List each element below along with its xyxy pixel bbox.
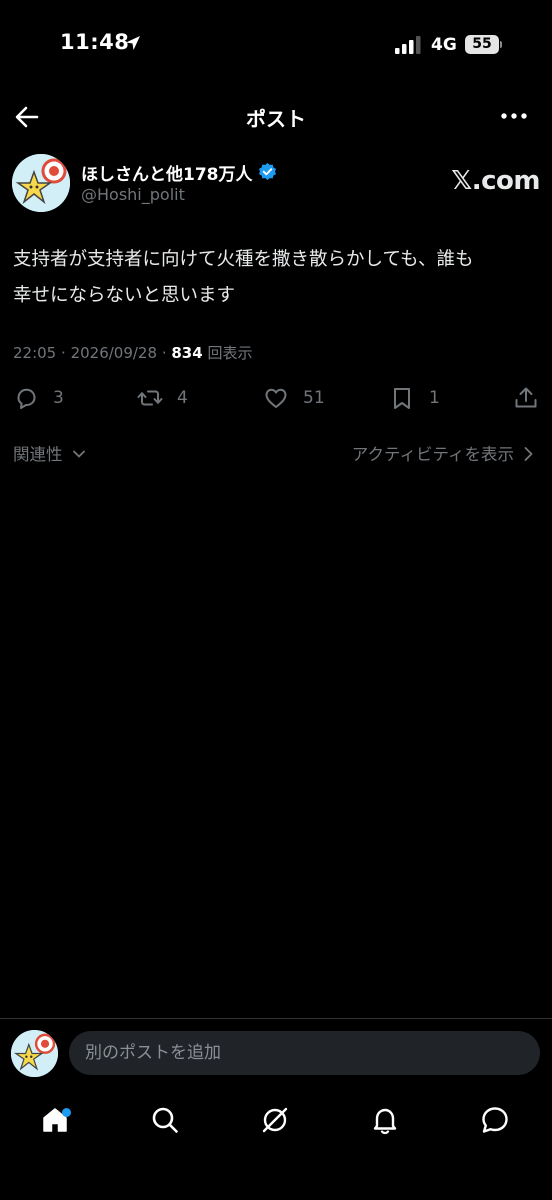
bottom-tab-bar [0, 1090, 552, 1150]
reply-input[interactable] [69, 1031, 540, 1075]
post-date: 2026/09/28 [70, 344, 158, 362]
battery-level: 55 [465, 35, 499, 54]
nav-header: ポスト [0, 90, 552, 142]
status-time: 11:48 [60, 30, 130, 54]
like-count: 51 [303, 388, 325, 408]
tab-grok[interactable] [255, 1100, 295, 1140]
post-meta: 22:05 · 2026/09/28 · 834 回表示 [13, 342, 252, 363]
cellular-signal-icon [395, 36, 421, 54]
network-type: 4G [431, 35, 457, 55]
status-bar: 11:48 4G 55 [0, 0, 552, 90]
verified-badge-icon [258, 162, 277, 181]
post-text-line: 支持者が支持者に向けて火種を撒き散らかしても、誰も [13, 249, 474, 270]
grok-icon [262, 1107, 288, 1133]
tab-messages[interactable] [475, 1100, 515, 1140]
post-author[interactable]: ほしさんと他178万人 @Hoshi_polit 𝕏.com [12, 152, 540, 214]
heart-icon [265, 388, 287, 408]
messages-icon [482, 1107, 508, 1133]
source-watermark: 𝕏.com [451, 166, 540, 196]
home-notification-dot [62, 1108, 71, 1117]
bookmark-button[interactable]: 1 [389, 380, 440, 416]
repost-button[interactable]: 4 [137, 380, 188, 416]
tab-notifications[interactable] [365, 1100, 405, 1140]
views-label: 回表示 [207, 344, 253, 362]
repost-icon [137, 390, 163, 406]
compose-bar [0, 1018, 552, 1088]
location-arrow-icon [126, 36, 140, 50]
post-text: 支持者が支持者に向けて火種を撒き散らかしても、誰も 幸せにならないと思います [13, 242, 538, 314]
bookmark-count: 1 [429, 388, 440, 408]
replies-sort-bar: 関連性 アクティビティを表示 [0, 438, 552, 468]
more-options-icon[interactable] [498, 102, 530, 130]
views-count[interactable]: 834 [171, 344, 202, 362]
reply-button[interactable]: 3 [13, 380, 64, 416]
repost-count: 4 [177, 388, 188, 408]
chevron-down-icon[interactable] [72, 447, 86, 461]
battery-icon: 55 [465, 35, 502, 54]
author-avatar[interactable] [12, 154, 70, 212]
post-text-line: 幸せにならないと思います [13, 285, 236, 306]
sort-relevance-dropdown[interactable]: 関連性 [13, 441, 63, 465]
view-activity-link[interactable]: アクティビティを表示 [352, 441, 514, 465]
reply-count: 3 [53, 388, 64, 408]
author-display-name[interactable]: ほしさんと他178万人 [81, 160, 253, 185]
action-bar: 3 4 51 1 [0, 380, 552, 416]
author-handle[interactable]: @Hoshi_polit [81, 185, 185, 204]
reply-icon [17, 388, 36, 409]
tab-home[interactable] [35, 1100, 75, 1140]
home-indicator [0, 1187, 552, 1192]
post-time: 22:05 [13, 344, 57, 362]
battery-cap [500, 41, 502, 48]
meta-separator: · [61, 344, 71, 362]
screen: 11:48 4G 55 ポスト ほしさんと他178万人 @Hoshi_polit… [0, 0, 552, 1200]
user-avatar[interactable] [11, 1030, 58, 1077]
avatar-image [11, 1030, 58, 1077]
bookmark-icon [394, 388, 410, 409]
chevron-right-icon[interactable] [521, 446, 535, 462]
share-button[interactable] [513, 380, 539, 416]
like-button[interactable]: 51 [263, 380, 325, 416]
page-title: ポスト [246, 107, 306, 131]
meta-separator: · [161, 344, 172, 362]
avatar-image [12, 154, 70, 212]
tab-search[interactable] [145, 1100, 185, 1140]
search-icon [152, 1107, 178, 1133]
bell-icon [373, 1108, 397, 1135]
share-icon [515, 387, 537, 408]
